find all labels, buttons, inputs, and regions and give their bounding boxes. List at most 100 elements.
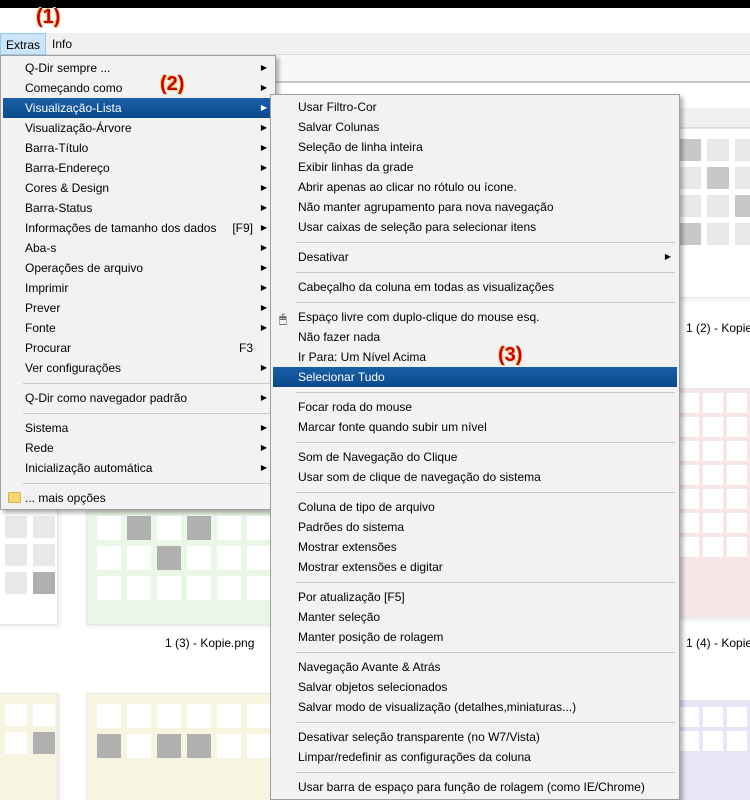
submenu-arrow-icon: ▶ [260, 123, 267, 132]
submenu-item-salvar-modo[interactable]: Salvar modo de visualização (detalhes,mi… [273, 697, 677, 717]
submenu-item-limpar-colunas[interactable]: Limpar/redefinir as configurações da col… [273, 747, 677, 767]
submenu-item-salvar-objetos[interactable]: Salvar objetos selecionados [273, 677, 677, 697]
menu-item-inicializacao-automatica[interactable]: Inicialização automática ▶ [3, 458, 273, 478]
submenu-item-agrupamento[interactable]: Não manter agrupamento para nova navegaç… [273, 197, 677, 217]
menu-item-label: Começando como [25, 81, 123, 95]
menu-item-label: Usar Filtro-Cor [298, 100, 377, 114]
menu-item-cores-design[interactable]: Cores & Design ▶ [3, 178, 273, 198]
thumbnail-yellow[interactable] [86, 693, 276, 800]
submenu-arrow-icon: ▶ [260, 163, 267, 172]
menu-item-label: Não fazer nada [298, 330, 381, 344]
menu-item-label: Barra-Status [25, 201, 93, 215]
menu-item-fonte[interactable]: Fonte ▶ [3, 318, 273, 338]
thumbnail-gray-left[interactable] [0, 505, 58, 625]
menu-item-visualizacao-lista[interactable]: Visualização-Lista ▶ [3, 98, 273, 118]
menu-item-label: Salvar objetos selecionados [298, 680, 448, 694]
submenu-item-abrir-rotulo[interactable]: Abrir apenas ao clicar no rótulo ou ícon… [273, 177, 677, 197]
submenu-arrow-icon: ▶ [260, 63, 267, 72]
folder-icon [8, 492, 21, 503]
submenu-arrow-icon: ▶ [260, 103, 267, 112]
top-black-band [0, 0, 750, 8]
menu-item-visualizacao-arvore[interactable]: Visualização-Árvore ▶ [3, 118, 273, 138]
thumbnail-green[interactable] [86, 505, 276, 625]
menu-item-label: ... mais opções [25, 491, 106, 505]
menu-item-informacoes-tamanho[interactable]: Informações de tamanho dos dados [F9] ▶ [3, 218, 273, 238]
submenu-item-coluna-tipo[interactable]: Coluna de tipo de arquivo [273, 497, 677, 517]
submenu-item-focar-roda[interactable]: Focar roda do mouse [273, 397, 677, 417]
thumbnail-image [97, 704, 271, 758]
submenu-item-ir-para-nivel-acima[interactable]: Ir Para: Um Nível Acima [273, 347, 677, 367]
submenu-item-navegacao-avante[interactable]: Navegação Avante & Atrás [273, 657, 677, 677]
thumbnail-blue[interactable] [676, 700, 750, 800]
submenu-item-nao-fazer-nada[interactable]: Não fazer nada [273, 327, 677, 347]
menu-item-label: Mostrar extensões [298, 540, 397, 554]
menu-item-procurar[interactable]: Procurar F3 [3, 338, 273, 358]
thumbnail-yellow-left[interactable] [0, 693, 58, 800]
menu-item-navegador-padrao[interactable]: Q-Dir como navegador padrão ▶ [3, 388, 273, 408]
submenu-item-desativar[interactable]: Desativar ▶ [273, 247, 677, 267]
menu-item-label: Selecionar Tudo [298, 370, 385, 384]
menu-item-label: Ir Para: Um Nível Acima [298, 350, 427, 364]
submenu-item-manter-rolagem[interactable]: Manter posição de rolagem [273, 627, 677, 647]
menu-item-label: Ver configurações [25, 361, 122, 375]
menu-item-label: Por atualização [F5] [298, 590, 405, 604]
thumbnail-image [5, 704, 55, 754]
submenu-item-manter-selecao[interactable]: Manter seleção [273, 607, 677, 627]
submenu-item-por-atualizacao[interactable]: Por atualização [F5] [273, 587, 677, 607]
submenu-item-usar-filtro-cor[interactable]: Usar Filtro-Cor [273, 97, 677, 117]
menu-item-q-dir-sempre[interactable]: Q-Dir sempre ... ▶ [3, 58, 273, 78]
menu-item-comecando-como[interactable]: Começando como ▶ [3, 78, 273, 98]
submenu-item-caixas-selecao[interactable]: Usar caixas de seleção para selecionar i… [273, 217, 677, 237]
menu-item-ver-configuracoes[interactable]: Ver configurações ▶ [3, 358, 273, 378]
menu-item-abas[interactable]: Aba-s ▶ [3, 238, 273, 258]
menu-item-label: Imprimir [25, 281, 69, 295]
submenu-item-cabecalho-coluna[interactable]: Cabeçalho da coluna em todas as visualiz… [273, 277, 677, 297]
menu-item-rede[interactable]: Rede ▶ [3, 438, 273, 458]
menu-separator [296, 442, 675, 443]
file-caption[interactable]: 1 (2) - Kopie [686, 321, 750, 335]
menu-item-label: Limpar/redefinir as configurações da col… [298, 750, 531, 764]
column-header [676, 108, 750, 128]
submenu-item-salvar-colunas[interactable]: Salvar Colunas [273, 117, 677, 137]
file-caption[interactable]: 1 (4) - Kopie [686, 636, 750, 650]
menu-item-prever[interactable]: Prever ▶ [3, 298, 273, 318]
menu-item-mais-opcoes[interactable]: ... mais opções [3, 488, 273, 508]
menu-item-barra-endereco[interactable]: Barra-Endereço ▶ [3, 158, 273, 178]
submenu-item-mostrar-extensoes-digitar[interactable]: Mostrar extensões e digitar [273, 557, 677, 577]
submenu-item-mostrar-extensoes[interactable]: Mostrar extensões [273, 537, 677, 557]
mouse-icon: 🖱 [279, 311, 287, 326]
submenu-arrow-icon: ▶ [260, 393, 267, 402]
menu-item-label: Procurar [25, 341, 72, 355]
menu-item-imprimir[interactable]: Imprimir ▶ [3, 278, 273, 298]
submenu-item-desativar-selecao-transparente[interactable]: Desativar seleção transparente (no W7/Vi… [273, 727, 677, 747]
menu-item-barra-status[interactable]: Barra-Status ▶ [3, 198, 273, 218]
menu-item-barra-titulo[interactable]: Barra-Título ▶ [3, 138, 273, 158]
submenu-item-selecao-linha[interactable]: Seleção de linha inteira [273, 137, 677, 157]
menu-info[interactable]: Info [47, 33, 77, 55]
submenu-item-espaco-livre[interactable]: 🖱 Espaço livre com duplo-clique do mouse … [273, 307, 677, 327]
submenu-item-marcar-fonte[interactable]: Marcar fonte quando subir um nível [273, 417, 677, 437]
thumbnail-gray[interactable] [676, 128, 750, 298]
menu-item-operacoes-arquivo[interactable]: Operações de arquivo ▶ [3, 258, 273, 278]
menu-separator [23, 413, 271, 414]
submenu-item-barra-espaco[interactable]: Usar barra de espaço para função de rola… [273, 777, 677, 797]
menu-item-label: Desativar [298, 250, 349, 264]
submenu-item-padroes-sistema[interactable]: Padrões do sistema [273, 517, 677, 537]
thumbnail-red[interactable] [676, 388, 750, 618]
menu-item-label: Padrões do sistema [298, 520, 405, 534]
file-caption[interactable]: 1 (3) - Kopie.png [165, 636, 254, 650]
address-bar [276, 55, 750, 83]
menu-extras[interactable]: Extras [0, 33, 47, 55]
menu-separator [296, 772, 675, 773]
menu-item-label: Navegação Avante & Atrás [298, 660, 441, 674]
submenu-item-selecionar-tudo[interactable]: Selecionar Tudo [273, 367, 677, 387]
menu-item-label: Cabeçalho da coluna em todas as visualiz… [298, 280, 555, 294]
thumbnail-image [679, 707, 747, 751]
menu-separator [296, 392, 675, 393]
submenu-item-som-navegacao[interactable]: Som de Navegação do Clique [273, 447, 677, 467]
menu-item-sistema[interactable]: Sistema ▶ [3, 418, 273, 438]
annotation-2: (2) [160, 73, 185, 95]
submenu-item-som-sistema[interactable]: Usar som de clique de navegação do siste… [273, 467, 677, 487]
submenu-item-linhas-grade[interactable]: Exibir linhas da grade [273, 157, 677, 177]
menu-item-label: Usar som de clique de navegação do siste… [298, 470, 541, 484]
